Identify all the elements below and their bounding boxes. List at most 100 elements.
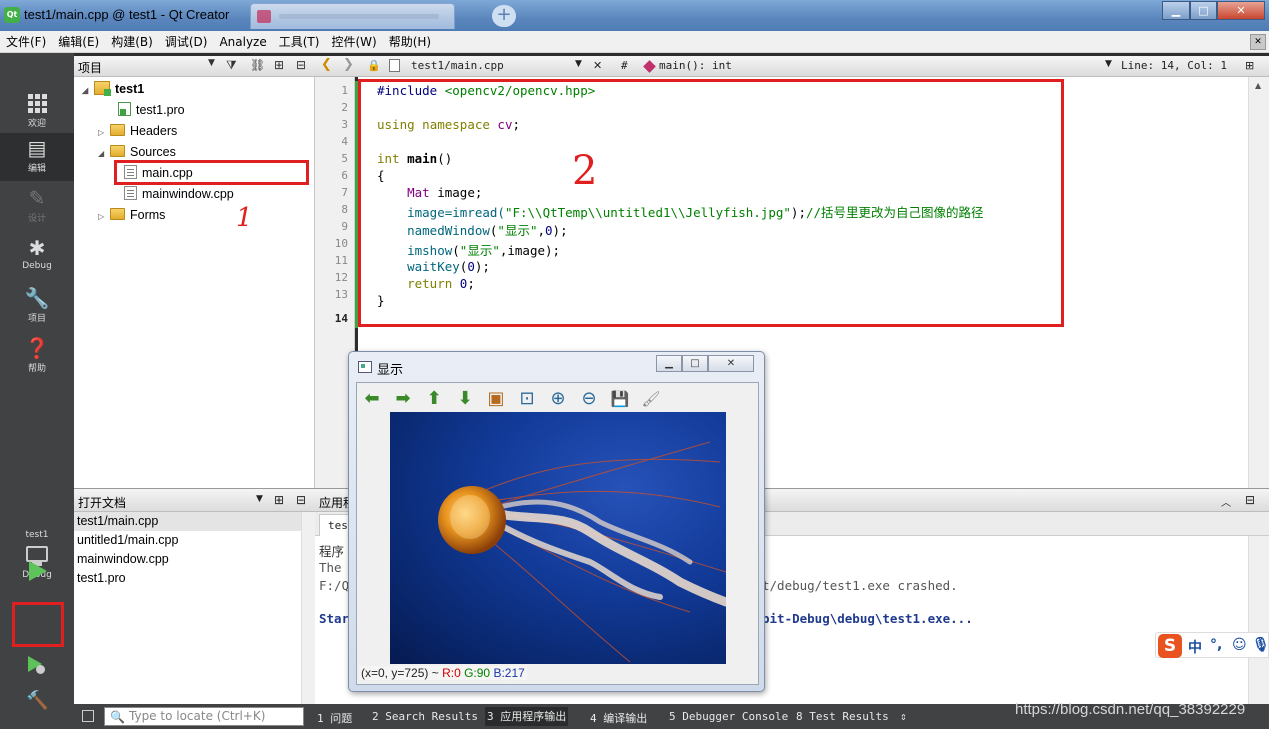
run-button[interactable] [12, 550, 62, 593]
menu-file[interactable]: 文件(F) [0, 31, 52, 53]
menu-build[interactable]: 构建(B) [105, 31, 159, 53]
debug-run-button[interactable] [26, 655, 48, 677]
jellyfish-image[interactable] [390, 412, 726, 664]
link-icon[interactable]: ⛓ [250, 58, 265, 72]
close-button[interactable]: ✕ [1217, 1, 1265, 20]
minimize-button[interactable]: ▁ [1162, 1, 1190, 20]
image-display-window[interactable]: 显示 ▁ □ ✕ ⬅ ➡ ⬆ ⬇ ▣ ⊡ ⊕ ⊖ 💾 🖌 (x=0, y=725… [348, 351, 765, 692]
open-doc-item[interactable]: test1/main.cpp [74, 512, 301, 531]
close-pane-icon[interactable]: ⊟ [1245, 493, 1255, 507]
menu-tools[interactable]: 工具(T) [273, 31, 326, 53]
properties-icon[interactable]: 🖌 [641, 389, 661, 409]
image-window-minimize-button[interactable]: ▁ [656, 355, 682, 372]
tree-item-mainwindow-cpp[interactable]: mainwindow.cpp [124, 184, 234, 204]
tree-label: Forms [130, 208, 166, 222]
status-tab-debugger-console[interactable]: 5 Debugger Console [669, 710, 788, 723]
tree-item-forms[interactable]: ▷ Forms [98, 205, 165, 225]
close-pane-icon[interactable]: ⊟ [296, 58, 306, 72]
pro-file-icon [118, 102, 131, 116]
mode-design[interactable]: ✎ 设计 [0, 183, 74, 231]
save-icon[interactable]: 💾 [610, 389, 630, 409]
chevron-down-icon[interactable]: ▼ [1105, 59, 1112, 69]
forward-icon[interactable]: ❯ [343, 57, 354, 72]
menu-widgets[interactable]: 控件(W) [325, 31, 382, 53]
mode-label: 编辑 [27, 164, 46, 174]
mode-debug[interactable]: ✱ Debug [0, 233, 74, 281]
chevron-down-icon[interactable]: ▼ [575, 59, 582, 69]
microphone-icon[interactable]: 🎙 [1252, 637, 1269, 653]
output-scrollbar[interactable] [1248, 536, 1269, 704]
split-icon[interactable]: ⊞ [274, 58, 284, 72]
maximize-pane-icon[interactable]: ︿ [1221, 494, 1231, 509]
current-file-selector[interactable]: test1/main.cpp [411, 59, 504, 72]
tab-favicon-icon [257, 10, 271, 23]
include-hierarchy-button[interactable]: # [621, 59, 628, 72]
symbol-selector[interactable]: main(): int [659, 59, 732, 72]
split-icon[interactable]: ⊞ [1245, 59, 1254, 72]
toggle-sidebar-icon[interactable] [82, 710, 94, 722]
build-hammer-icon[interactable]: 🔨 [26, 690, 50, 714]
collapse-arrow-icon[interactable]: ▷ [98, 207, 110, 227]
ime-punctuation-toggle[interactable]: °, [1210, 637, 1222, 653]
chevron-down-icon[interactable]: ▼ [256, 494, 263, 504]
menu-analyze[interactable]: Analyze [213, 31, 272, 53]
collapse-arrow-icon[interactable]: ▷ [98, 123, 110, 143]
scroll-up-icon[interactable]: ▲ [1255, 81, 1261, 90]
more-tabs-icon[interactable]: ⇕ [900, 710, 907, 723]
menubar-close-icon[interactable]: ✕ [1250, 34, 1266, 50]
line-number: 4 [341, 135, 348, 148]
image-window-close-button[interactable]: ✕ [708, 355, 754, 372]
zoom-out-icon[interactable]: ⊖ [579, 389, 599, 409]
tree-item-test1[interactable]: ◢ test1 [82, 79, 144, 99]
open-docs-scrollbar[interactable] [301, 512, 315, 704]
maximize-button[interactable]: □ [1190, 1, 1217, 20]
zoom-in-icon[interactable]: ⊕ [548, 389, 568, 409]
split-icon[interactable]: ⊞ [274, 493, 284, 507]
image-window-maximize-button[interactable]: □ [682, 355, 708, 372]
close-document-icon[interactable]: ✕ [593, 59, 602, 72]
chevron-down-icon[interactable]: ▼ [208, 58, 215, 68]
expand-arrow-icon[interactable]: ◢ [82, 81, 94, 101]
arrow-right-icon[interactable]: ➡ [393, 389, 413, 409]
menu-edit[interactable]: 编辑(E) [52, 31, 105, 53]
arrow-up-icon[interactable]: ⬆ [424, 389, 444, 409]
tree-item-sources[interactable]: ◢ Sources [98, 142, 176, 162]
tree-label: Headers [130, 124, 178, 138]
new-tab-button[interactable]: + [492, 5, 516, 27]
open-doc-item[interactable]: mainwindow.cpp [74, 550, 301, 569]
menu-help[interactable]: 帮助(H) [383, 31, 437, 53]
expand-arrow-icon[interactable]: ◢ [98, 144, 110, 164]
emoji-icon[interactable]: ☺ [1232, 637, 1247, 653]
sogou-logo-icon: S [1158, 634, 1182, 658]
mode-projects[interactable]: 🔧 项目 [0, 283, 74, 331]
back-icon[interactable]: ❮ [321, 57, 332, 72]
ime-mode-toggle[interactable]: 中 [1188, 637, 1202, 657]
filter-icon[interactable]: ⧩ [226, 58, 237, 73]
watermark-text: https://blog.csdn.net/qq_38392229 [1015, 701, 1246, 718]
mode-help[interactable]: ❓ 帮助 [0, 333, 74, 381]
status-tab-issues[interactable]: 1 问题 [317, 710, 352, 726]
output-line: F:/Q [319, 578, 350, 593]
status-tab-app-output[interactable]: 3 应用程序输出 [485, 707, 569, 726]
arrow-down-icon[interactable]: ⬇ [455, 389, 475, 409]
zoom-fit-icon[interactable]: ⊡ [517, 389, 537, 409]
open-doc-item[interactable]: untitled1/main.cpp [74, 531, 301, 550]
menu-debug[interactable]: 调试(D) [159, 31, 214, 53]
image-icon[interactable]: ▣ [486, 389, 506, 409]
lock-icon[interactable]: 🔒 [367, 59, 381, 72]
locator-input[interactable]: 🔍 Type to locate (Ctrl+K) [104, 707, 304, 726]
status-tab-test-results[interactable]: 8 Test Results [796, 710, 889, 723]
status-tab-search-results[interactable]: 2 Search Results [372, 710, 478, 723]
mode-welcome[interactable]: 欢迎 [0, 85, 74, 133]
arrow-left-icon[interactable]: ⬅ [362, 389, 382, 409]
open-doc-item[interactable]: test1.pro [74, 569, 301, 588]
tree-item-headers[interactable]: ▷ Headers [98, 121, 177, 141]
status-tab-compile-output[interactable]: 4 编译输出 [590, 710, 647, 726]
tree-item-test1-pro[interactable]: test1.pro [106, 100, 185, 120]
editor-scrollbar[interactable]: ▲ [1248, 77, 1269, 488]
mode-edit[interactable]: ▤ 编辑 [0, 133, 74, 181]
browser-tab[interactable] [250, 3, 455, 29]
project-icon [94, 81, 111, 96]
ime-toolbar[interactable]: S 中 °, ☺ 🎙 [1155, 632, 1269, 658]
close-pane-icon[interactable]: ⊟ [296, 493, 306, 507]
